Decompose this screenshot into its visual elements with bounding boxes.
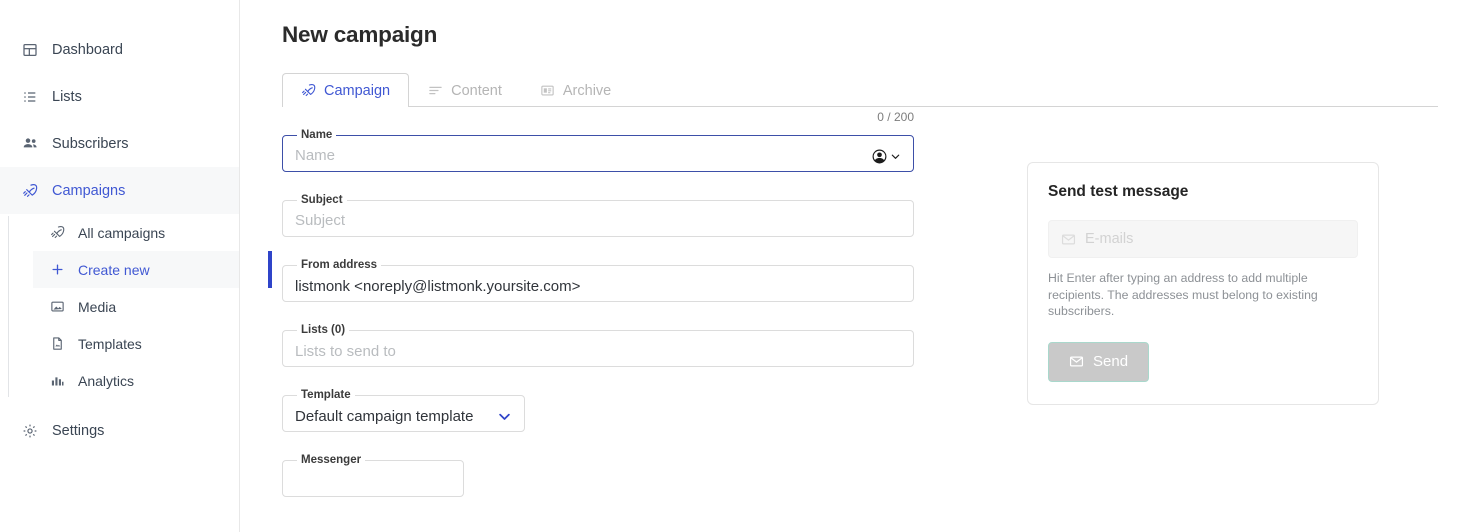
tab-label: Content [451, 82, 502, 99]
lists-field-wrapper: Lists (0) Lists to send to [282, 324, 914, 367]
gear-icon [22, 423, 44, 439]
sidebar-item-label: Lists [52, 88, 82, 105]
rocket-icon [50, 225, 71, 240]
name-char-counter: 0 / 200 [877, 110, 914, 124]
article-card-icon [540, 83, 555, 98]
text-lines-icon [428, 83, 443, 98]
sidebar: Dashboard Lists Subscribers Campaigns Al… [0, 0, 272, 532]
sidebar-item-media[interactable]: Media [33, 288, 239, 325]
sidebar-item-label: Subscribers [52, 135, 129, 152]
send-test-button[interactable]: Send [1048, 341, 1150, 382]
subject-input[interactable] [295, 207, 901, 235]
sidebar-subitem-label: All campaigns [78, 224, 166, 241]
send-test-message-panel: Send test message E-mails Hit Enter afte… [1027, 162, 1379, 405]
tab-archive[interactable]: Archive [521, 73, 630, 107]
app-root: Dashboard Lists Subscribers Campaigns Al… [0, 0, 1462, 532]
campaigns-subnav: All campaigns Create new Media Templates… [0, 214, 272, 399]
rocket-icon [22, 183, 44, 199]
sidebar-subitem-label: Analytics [78, 372, 135, 389]
sidebar-subitem-label: Create new [78, 261, 150, 278]
plus-icon [50, 262, 71, 277]
sidebar-item-subscribers[interactable]: Subscribers [0, 120, 239, 167]
sidebar-item-label: Campaigns [52, 182, 126, 199]
sidebar-subitem-label: Media [78, 298, 117, 315]
image-icon [50, 299, 71, 314]
tab-label: Campaign [324, 82, 391, 99]
sidebar-item-settings[interactable]: Settings [0, 407, 239, 454]
sidebar-item-label: Settings [52, 422, 105, 439]
messenger-field-wrapper: Messenger [282, 454, 464, 497]
tab-content[interactable]: Content [409, 73, 521, 107]
envelope-icon [1061, 232, 1076, 247]
account-circle-icon[interactable] [871, 148, 901, 165]
tab-label: Archive [562, 82, 612, 99]
sidebar-item-campaigns[interactable]: Campaigns [0, 167, 239, 214]
dashboard-icon [22, 42, 44, 58]
people-icon [22, 135, 44, 152]
from-address-field-legend: From address [301, 259, 378, 271]
sidebar-subitem-label: Templates [78, 335, 142, 352]
sidebar-item-all-campaigns[interactable]: All campaigns [33, 214, 239, 251]
name-field-wrapper: Name [282, 129, 914, 172]
sidebar-item-create-new[interactable]: Create new [33, 251, 272, 288]
tab-bar: Campaign Content Archive [282, 73, 1438, 107]
chevron-down-icon [890, 151, 901, 162]
template-select[interactable]: Default campaign template [295, 408, 487, 425]
subject-field-wrapper: Subject [282, 194, 914, 237]
template-field-legend: Template [301, 389, 351, 401]
rocket-icon [301, 83, 316, 98]
file-icon [50, 336, 71, 351]
test-emails-hint: Hit Enter after typing an address to add… [1048, 271, 1318, 319]
lists-field-legend: Lists (0) [301, 324, 346, 336]
template-field-wrapper: Template Default campaign template [282, 389, 525, 432]
list-icon [22, 89, 44, 105]
from-address-field-wrapper: From address listmonk <noreply@listmonk.… [282, 259, 914, 302]
sidebar-item-analytics[interactable]: Analytics [33, 362, 239, 399]
chevron-down-icon[interactable] [497, 409, 512, 424]
send-test-button-label: Send [1093, 353, 1129, 371]
campaign-form-area: 0 / 200 Name Name Subject Subject From a… [282, 110, 1438, 519]
tab-campaign[interactable]: Campaign [282, 73, 410, 107]
sidebar-item-templates[interactable]: Templates [33, 325, 239, 362]
campaign-form: 0 / 200 Name Name Subject Subject From a… [282, 110, 914, 519]
sidebar-item-dashboard[interactable]: Dashboard [0, 26, 239, 73]
page-title: New campaign [282, 22, 438, 47]
sidebar-item-label: Dashboard [52, 41, 123, 58]
lists-input[interactable]: Lists to send to [295, 343, 901, 360]
messenger-field-legend: Messenger [301, 454, 362, 466]
envelope-icon [1069, 354, 1084, 369]
bar-chart-icon [50, 373, 71, 388]
name-field-legend: Name [301, 129, 333, 141]
sidebar-item-lists[interactable]: Lists [0, 73, 239, 120]
test-emails-placeholder: E-mails [1085, 231, 1134, 247]
test-emails-field[interactable]: E-mails [1048, 220, 1358, 258]
subject-field-legend: Subject [301, 194, 343, 206]
send-test-title: Send test message [1048, 183, 1189, 200]
from-address-input[interactable]: listmonk <noreply@listmonk.yoursite.com> [295, 278, 901, 295]
name-input[interactable] [295, 142, 871, 170]
main-content: New campaign Campaign Content Archive 0 … [240, 0, 1462, 532]
